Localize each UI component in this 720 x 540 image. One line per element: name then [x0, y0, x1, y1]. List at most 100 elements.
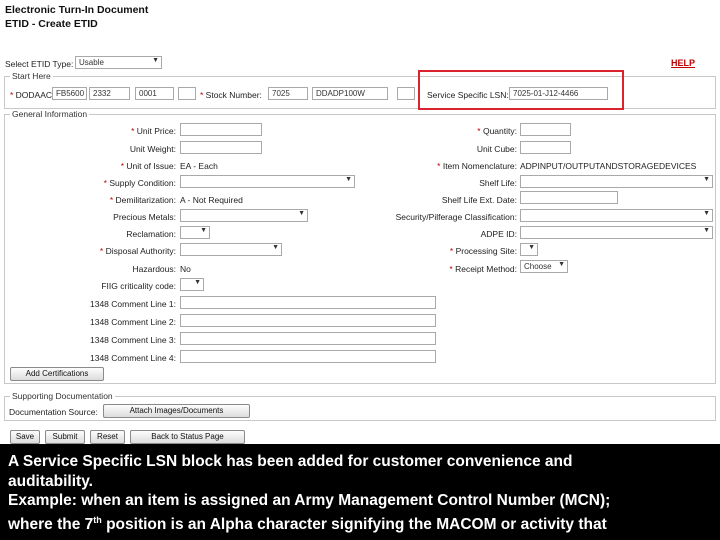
reclamation-label: Reclamation:: [126, 229, 176, 239]
disposal-authority-select[interactable]: ▼: [180, 243, 282, 256]
receipt-method-value: Choose: [524, 262, 552, 271]
lsn-label: Service Specific LSN:: [427, 90, 509, 100]
fiig-criticality-label: FIIG criticality code:: [101, 281, 176, 291]
quantity-label-text: Quantity:: [482, 126, 517, 136]
required-mark: *: [131, 126, 135, 136]
precious-metals-select[interactable]: ▼: [180, 209, 308, 222]
add-certifications-button[interactable]: Add Certifications: [10, 367, 104, 381]
quantity-input[interactable]: [520, 123, 571, 136]
stock-extra-input[interactable]: [397, 87, 415, 100]
back-to-status-page-button[interactable]: Back to Status Page: [130, 430, 245, 444]
reset-button[interactable]: Reset: [90, 430, 125, 444]
dodaac-label-text: DODAAC:: [15, 90, 55, 100]
receipt-method-label-text: Receipt Method:: [455, 264, 517, 274]
unit-cube-label: Unit Cube:: [476, 144, 517, 154]
dodaac-input[interactable]: FB5600: [52, 87, 87, 100]
adpe-id-select[interactable]: ▼: [520, 226, 713, 239]
security-pilferage-select[interactable]: ▼: [520, 209, 713, 222]
stock-number-label-text: Stock Number:: [205, 90, 262, 100]
unit-price-label: * Unit Price:: [131, 126, 176, 136]
chevron-down-icon: ▼: [703, 176, 710, 183]
comment-line-1-label: 1348 Comment Line 1:: [90, 299, 176, 309]
item-nomenclature-label-text: Item Nomenclature:: [442, 161, 517, 171]
chevron-down-icon: ▼: [703, 210, 710, 217]
comment-line-3-input[interactable]: [180, 332, 436, 345]
required-mark: *: [477, 126, 481, 136]
disposal-authority-label: * Disposal Authority:: [100, 246, 176, 256]
unit-cube-input[interactable]: [520, 141, 571, 154]
reclamation-select[interactable]: ▼: [180, 226, 210, 239]
supporting-documentation-legend: Supporting Documentation: [10, 391, 115, 401]
supply-condition-select[interactable]: ▼: [180, 175, 355, 188]
page-title: Electronic Turn-In Document: [5, 4, 149, 16]
chevron-down-icon: ▼: [345, 176, 352, 183]
general-information-legend: General Information: [10, 109, 90, 119]
submit-button[interactable]: Submit: [45, 430, 85, 444]
item-nomenclature-label: * Item Nomenclature:: [437, 161, 517, 171]
unit-weight-input[interactable]: [180, 141, 262, 154]
suffix-input[interactable]: 0001: [135, 87, 174, 100]
required-mark: *: [109, 195, 114, 205]
quantity-label: * Quantity:: [477, 126, 517, 136]
caption-panel: A Service Specific LSN block has been ad…: [0, 444, 720, 540]
chevron-down-icon: ▼: [528, 244, 535, 251]
etid-type-label: Select ETID Type:: [5, 59, 74, 69]
chevron-down-icon: ▼: [272, 244, 279, 251]
etid-type-select[interactable]: Usable ▼: [75, 56, 162, 69]
shelf-life-label: Shelf Life:: [479, 178, 517, 188]
help-link[interactable]: HELP: [671, 58, 695, 68]
security-pilferage-label: Security/Pilferage Classification:: [395, 212, 517, 222]
required-mark: *: [449, 246, 454, 256]
unit-price-input[interactable]: [180, 123, 262, 136]
fiig-criticality-select[interactable]: ▼: [180, 278, 204, 291]
start-here-legend: Start Here: [10, 71, 53, 81]
extra-input[interactable]: [178, 87, 196, 100]
caption-line-4-sup: th: [93, 514, 102, 525]
demilitarization-label-text: Demilitarization:: [115, 195, 176, 205]
stock-number-input[interactable]: 7025: [268, 87, 308, 100]
chevron-down-icon: ▼: [298, 210, 305, 217]
caption-line-2: auditability.: [8, 472, 93, 490]
shelf-life-select[interactable]: ▼: [520, 175, 713, 188]
processing-site-select[interactable]: ▼: [520, 243, 538, 256]
hazardous-label: Hazardous:: [132, 264, 176, 274]
disposal-authority-label-text: Disposal Authority:: [105, 246, 176, 256]
supply-condition-label: * Supply Condition:: [104, 178, 176, 188]
chevron-down-icon: ▼: [152, 57, 159, 64]
chevron-down-icon: ▼: [558, 261, 565, 268]
save-button[interactable]: Save: [10, 430, 40, 444]
required-mark: *: [120, 161, 125, 171]
adpe-id-label: ADPE ID:: [480, 229, 517, 239]
chevron-down-icon: ▼: [703, 227, 710, 234]
receipt-method-select[interactable]: Choose ▼: [520, 260, 568, 273]
supply-condition-label-text: Supply Condition:: [109, 178, 176, 188]
comment-line-4-input[interactable]: [180, 350, 436, 363]
caption-line-1: A Service Specific LSN block has been ad…: [8, 453, 573, 470]
chevron-down-icon: ▼: [194, 279, 201, 286]
etid-type-value: Usable: [79, 58, 104, 67]
caption-line-4: where the 7th position is an Alpha chara…: [8, 511, 720, 535]
comment-line-2-input[interactable]: [180, 314, 436, 327]
lsn-input[interactable]: 7025-01-J12-4466: [509, 87, 608, 100]
receipt-method-label: * Receipt Method:: [449, 264, 517, 274]
required-mark: *: [99, 246, 104, 256]
unit-of-issue-value: EA - Each: [180, 161, 218, 171]
stock-number-suffix-input[interactable]: DDADP100W: [312, 87, 388, 100]
caption-line-3: Example: when an item is assigned an Arm…: [8, 492, 611, 509]
required-mark: *: [437, 161, 441, 171]
comment-line-3-label: 1348 Comment Line 3:: [90, 335, 176, 345]
comment-line-2-label: 1348 Comment Line 2:: [90, 317, 176, 327]
caption-line-4-b: position is an Alpha character signifyin…: [101, 515, 607, 533]
serial-input[interactable]: 2332: [89, 87, 130, 100]
processing-site-label-text: Processing Site:: [455, 246, 517, 256]
shelf-life-ext-date-input[interactable]: [520, 191, 618, 204]
processing-site-label: * Processing Site:: [450, 246, 517, 256]
precious-metals-label: Precious Metals:: [113, 212, 176, 222]
hazardous-value: No: [180, 264, 191, 274]
shelf-life-ext-date-label: Shelf Life Ext. Date:: [441, 195, 517, 205]
documentation-source-label: Documentation Source:: [9, 407, 98, 417]
unit-of-issue-label: * Unit of Issue:: [121, 161, 176, 171]
attach-images-documents-button[interactable]: Attach Images/Documents: [103, 404, 250, 418]
comment-line-1-input[interactable]: [180, 296, 436, 309]
stock-number-label: * Stock Number:: [200, 90, 262, 100]
